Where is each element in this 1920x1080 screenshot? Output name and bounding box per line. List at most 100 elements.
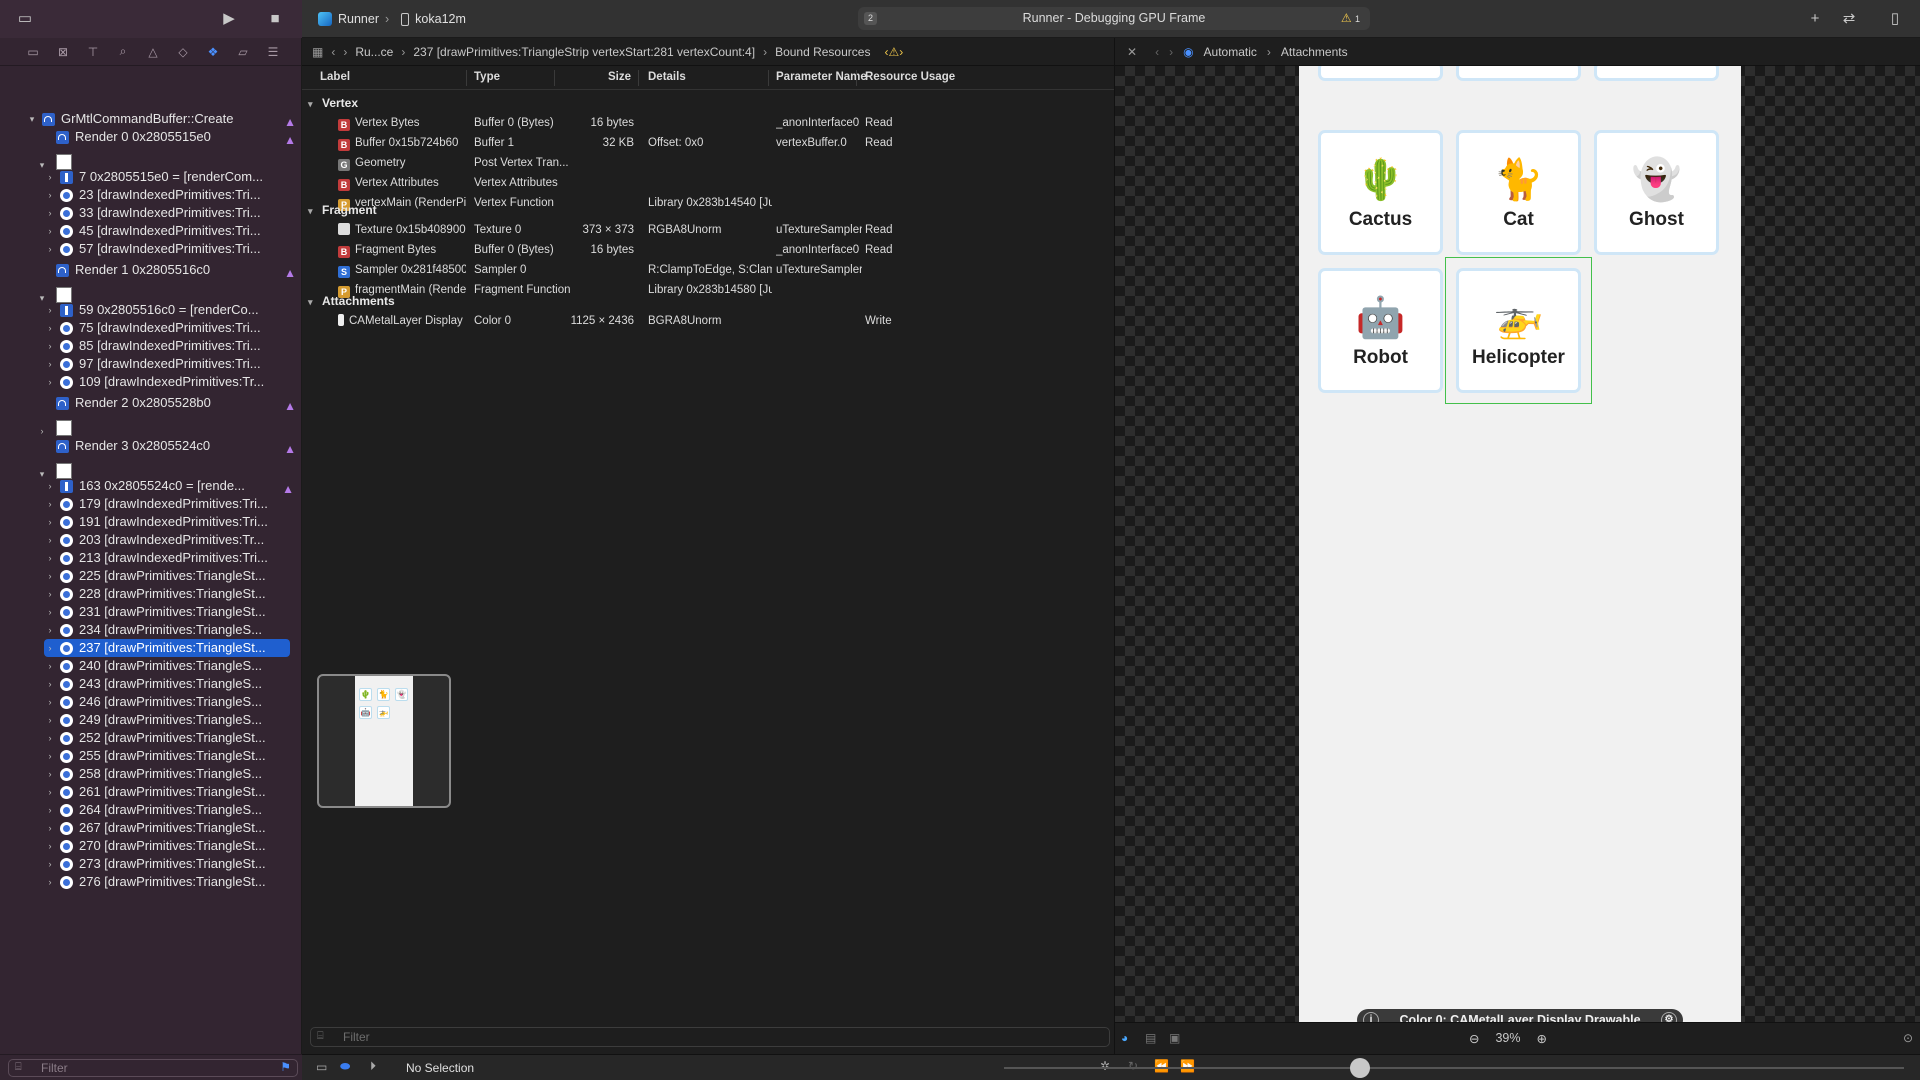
command-item[interactable]: › 213 [drawIndexedPrimitives:Tri...: [44, 549, 290, 567]
add-icon[interactable]: +: [1804, 8, 1826, 30]
zoom-in-icon[interactable]: ⊕: [1537, 1031, 1547, 1046]
jump-segment-3[interactable]: Bound Resources: [775, 45, 870, 59]
disclosure-icon[interactable]: ›: [44, 819, 56, 837]
run-icon[interactable]: ▶: [218, 8, 240, 30]
warning-icon[interactable]: ‹⚠›: [884, 45, 903, 59]
stop-icon[interactable]: ■: [264, 8, 286, 30]
render-pass-item[interactable]: Render 1 0x2805516c0 ▲: [44, 261, 296, 280]
command-item[interactable]: › 261 [drawPrimitives:TriangleSt...: [44, 783, 290, 801]
disclosure-icon[interactable]: ›: [44, 319, 56, 337]
viewer-target[interactable]: Attachments: [1281, 45, 1348, 59]
resource-row[interactable]: B Vertex Attributes Vertex Attributes: [302, 173, 1114, 193]
disclosure-icon[interactable]: ▾: [308, 292, 322, 312]
command-item[interactable]: › 276 [drawPrimitives:TriangleSt...: [44, 873, 290, 891]
section-attachments[interactable]: ▾ Attachments: [302, 291, 395, 311]
render-pass-item[interactable]: Render 3 0x2805524c0 ▲: [44, 437, 296, 456]
col-type[interactable]: Type: [474, 71, 500, 83]
forward-icon[interactable]: ›: [1169, 45, 1173, 59]
disclosure-icon[interactable]: ›: [44, 204, 56, 222]
disclosure-icon[interactable]: ›: [44, 711, 56, 729]
command-item[interactable]: › 191 [drawIndexedPrimitives:Tri...: [44, 513, 290, 531]
pass-thumbnail[interactable]: [56, 420, 72, 436]
breakpoint-icon[interactable]: ▱: [232, 45, 254, 59]
disclosure-icon[interactable]: ›: [44, 657, 56, 675]
disclosure-icon[interactable]: ›: [44, 765, 56, 783]
filter-options-icon[interactable]: ⚑: [280, 1060, 291, 1074]
command-item[interactable]: › 85 [drawIndexedPrimitives:Tri...: [44, 337, 290, 355]
disclosure-icon[interactable]: ▾: [26, 110, 38, 128]
disclosure-icon[interactable]: ›: [44, 337, 56, 355]
disclosure-icon[interactable]: ›: [44, 531, 56, 549]
command-item[interactable]: › 97 [drawIndexedPrimitives:Tri...: [44, 355, 290, 373]
step-forward-icon[interactable]: ⏩: [1180, 1059, 1195, 1073]
command-item[interactable]: › 179 [drawIndexedPrimitives:Tri...: [44, 495, 290, 513]
command-item[interactable]: › 203 [drawIndexedPrimitives:Tr...: [44, 531, 290, 549]
source-control-icon[interactable]: ⊠: [52, 45, 74, 59]
emoji-card[interactable]: 👻 Ghost: [1594, 130, 1719, 255]
command-item[interactable]: › 255 [drawPrimitives:TriangleSt...: [44, 747, 290, 765]
color-picker-icon[interactable]: ◕: [1121, 1031, 1128, 1045]
close-icon[interactable]: ✕: [1127, 45, 1137, 59]
folder-icon[interactable]: ▭: [22, 45, 44, 59]
scheme-selector[interactable]: Runner › koka12m: [318, 9, 466, 29]
layout-icon[interactable]: ▣: [1169, 1031, 1180, 1045]
disclosure-icon[interactable]: ›: [44, 373, 56, 391]
col-label[interactable]: Label: [320, 71, 350, 83]
command-item[interactable]: › 225 [drawPrimitives:TriangleSt...: [44, 567, 290, 585]
disclosure-icon[interactable]: ›: [44, 729, 56, 747]
command-item[interactable]: › 45 [drawIndexedPrimitives:Tri...: [44, 222, 290, 240]
test-icon[interactable]: ◇: [172, 45, 194, 59]
command-item[interactable]: › 57 [drawIndexedPrimitives:Tri...: [44, 240, 290, 258]
navigator-filter-field[interactable]: ⌸ Filter ⚑: [8, 1059, 298, 1077]
continue-icon[interactable]: ⏵: [370, 1059, 376, 1074]
command-item[interactable]: › 59 0x2805516c0 = [renderCo...: [44, 301, 290, 319]
command-item[interactable]: › 109 [drawIndexedPrimitives:Tr...: [44, 373, 290, 391]
command-item[interactable]: › 163 0x2805524c0 = [rende... ▲: [44, 477, 295, 496]
emoji-card[interactable]: 🐈 Cat: [1456, 130, 1581, 255]
command-item[interactable]: › 246 [drawPrimitives:TriangleS...: [44, 693, 290, 711]
tree-root[interactable]: ▾ GrMtlCommandBuffer::Create ▲: [26, 110, 296, 129]
command-item[interactable]: › 252 [drawPrimitives:TriangleSt...: [44, 729, 290, 747]
disclosure-icon[interactable]: ›: [44, 837, 56, 855]
disclosure-icon[interactable]: ▾: [308, 201, 322, 221]
disclosure-icon[interactable]: ›: [44, 549, 56, 567]
disclosure-icon[interactable]: ›: [44, 585, 56, 603]
issue-icon[interactable]: △: [142, 45, 164, 59]
console-toggle-icon[interactable]: ▭: [316, 1060, 327, 1074]
activity-viewer[interactable]: 2 Runner - Debugging GPU Frame ⚠ 1: [858, 7, 1370, 30]
disclosure-icon[interactable]: ›: [44, 222, 56, 240]
command-item[interactable]: › 231 [drawPrimitives:TriangleSt...: [44, 603, 290, 621]
disclosure-icon[interactable]: ›: [44, 603, 56, 621]
command-item[interactable]: › 249 [drawPrimitives:TriangleS...: [44, 711, 290, 729]
info-icon[interactable]: i: [1363, 1012, 1379, 1022]
disclosure-icon[interactable]: ›: [44, 855, 56, 873]
disclosure-icon[interactable]: ›: [44, 186, 56, 204]
command-item[interactable]: › 270 [drawPrimitives:TriangleSt...: [44, 837, 290, 855]
reload-icon[interactable]: ↻: [1128, 1059, 1138, 1073]
forward-icon[interactable]: ›: [343, 45, 347, 59]
settings-icon[interactable]: ⚙: [1661, 1012, 1677, 1022]
disclosure-icon[interactable]: ›: [44, 621, 56, 639]
report-icon[interactable]: ☰: [262, 45, 284, 59]
resource-row[interactable]: PvertexMain (RenderPipeli...Vertex Funct…: [302, 193, 1114, 213]
editor-filter-field[interactable]: ⌸ Filter: [310, 1027, 1110, 1047]
disclosure-icon[interactable]: ›: [44, 783, 56, 801]
col-details[interactable]: Details: [648, 71, 686, 83]
resource-row[interactable]: S Sampler 0x281f48500 Sampler 0 R:ClampToEd…: [302, 260, 1114, 280]
command-item[interactable]: › 237 [drawPrimitives:TriangleSt...: [44, 639, 290, 657]
disclosure-icon[interactable]: ›: [44, 495, 56, 513]
command-item[interactable]: › 228 [drawPrimitives:TriangleSt...: [44, 585, 290, 603]
render-pass-item[interactable]: Render 2 0x2805528b0 ▲: [44, 394, 296, 413]
back-icon[interactable]: ‹: [331, 45, 335, 59]
resource-row[interactable]: G Geometry Post Vertex Tran...: [302, 153, 1114, 173]
disclosure-icon[interactable]: ›: [44, 567, 56, 585]
disclosure-icon[interactable]: ›: [44, 301, 56, 319]
jump-segment-2[interactable]: 237 [drawPrimitives:TriangleStrip vertex…: [413, 45, 755, 59]
command-item[interactable]: › 33 [drawIndexedPrimitives:Tri...: [44, 204, 290, 222]
frame-slider-knob[interactable]: [1350, 1058, 1370, 1078]
jump-segment-1[interactable]: Ru...ce: [355, 45, 393, 59]
hierarchy-icon[interactable]: ⊤: [82, 45, 104, 59]
framebuffer-preview[interactable]: 🌵 Cactus 🐈 Cat 👻 Ghost 🤖 Robot 🚁 Helicopter i Col…: [1299, 66, 1741, 1022]
disclosure-icon[interactable]: ›: [44, 477, 56, 495]
command-item[interactable]: › 264 [drawPrimitives:TriangleS...: [44, 801, 290, 819]
